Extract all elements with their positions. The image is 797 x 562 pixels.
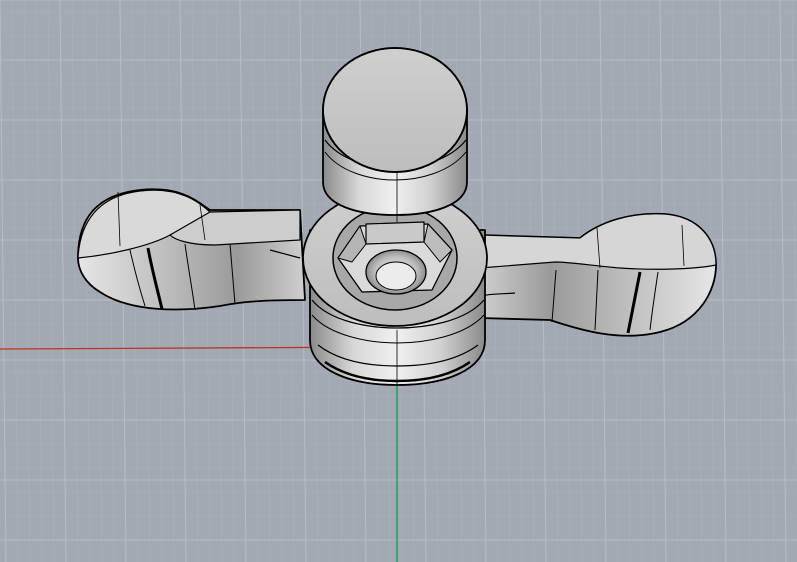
grid-line — [0, 0, 7, 562]
viewport-3d[interactable] — [0, 0, 797, 562]
viewport-canvas[interactable] — [0, 0, 797, 562]
grid-line — [71, 0, 79, 562]
grid-line — [11, 0, 19, 562]
hub-body — [302, 189, 488, 386]
grid-line — [59, 0, 67, 562]
grid-line — [47, 0, 55, 562]
grid-line — [743, 0, 751, 562]
wing-nut-model[interactable] — [77, 47, 717, 386]
right-wing — [469, 212, 717, 337]
grid-line — [35, 0, 43, 562]
cap-cylinder — [322, 47, 468, 216]
grid-line — [791, 0, 797, 497]
grid-line — [23, 0, 31, 562]
grid-line — [767, 0, 775, 562]
grid-line — [731, 0, 739, 562]
grid-line — [719, 0, 727, 562]
left-wing — [77, 188, 306, 311]
grid-line — [755, 0, 763, 562]
grid-line — [779, 0, 787, 562]
